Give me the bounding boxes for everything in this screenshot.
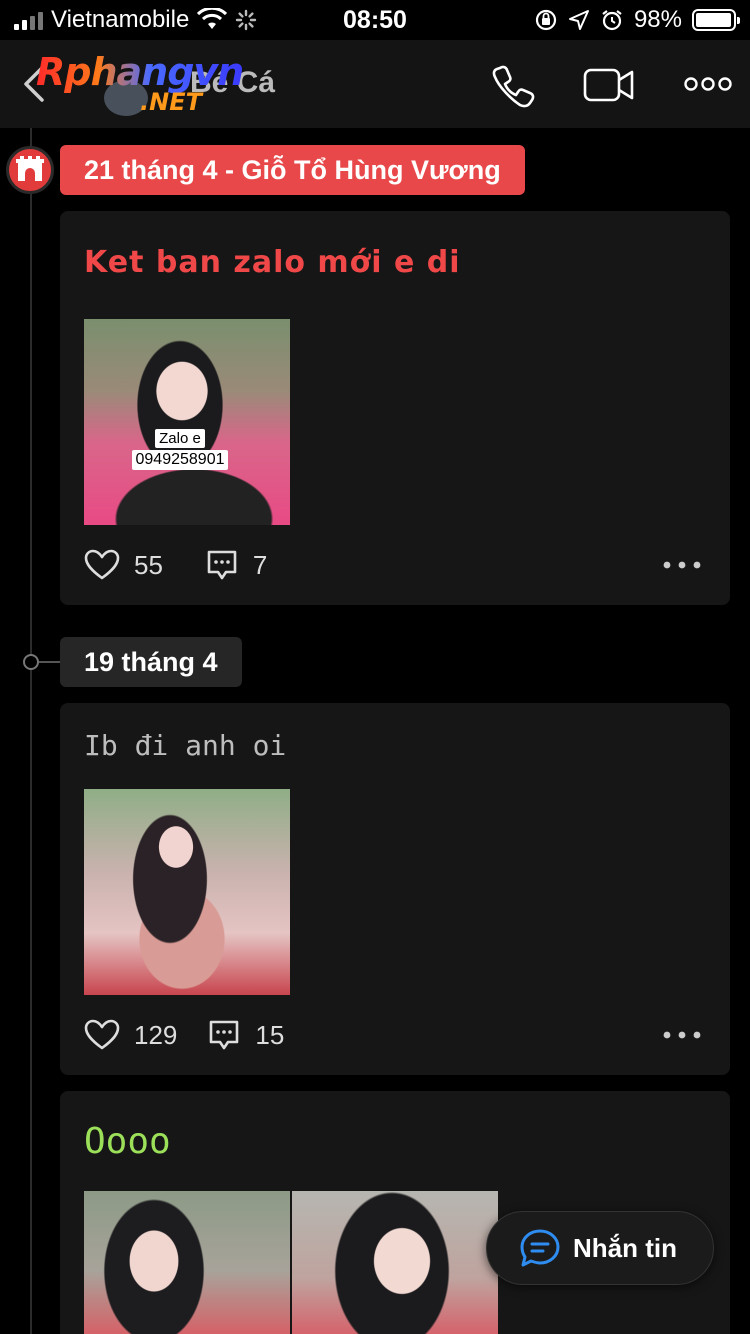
like-button[interactable]: 129 (84, 1019, 177, 1051)
temple-gate-icon (6, 146, 54, 194)
watermark-logo: Rphangvn .NET (36, 48, 276, 118)
timeline-line (30, 128, 32, 1334)
post-photo[interactable]: Zalo e 0949258901 (84, 319, 290, 525)
post-actions: 55 7 (84, 545, 267, 585)
battery-percent: 98% (633, 6, 682, 33)
heart-icon (84, 1019, 120, 1050)
status-right: 98% (534, 6, 740, 34)
timeline-post[interactable]: Ib đi anh oi 129 15 (60, 703, 730, 1075)
photo-caption-phone: 0949258901 (131, 450, 229, 470)
phone-icon[interactable] (490, 62, 536, 108)
post-more-icon[interactable] (662, 559, 702, 571)
watermark-sub: .NET (140, 88, 202, 116)
comment-count: 15 (255, 1019, 285, 1050)
comment-icon (210, 1020, 239, 1050)
nav-bar: Bé Cá Rphangvn .NET (0, 40, 750, 128)
battery-icon (692, 9, 740, 31)
photo-caption: Zalo e 0949258901 (124, 429, 236, 470)
message-button[interactable]: Nhắn tin (486, 1211, 714, 1285)
post-photo[interactable] (84, 1191, 290, 1334)
orientation-lock-icon (535, 9, 557, 31)
chat-bubble-icon (520, 1229, 560, 1267)
post-text: Ib đi anh oi (84, 729, 287, 762)
status-bar: Vietnamobile 08:50 98% (0, 0, 750, 40)
timeline-post[interactable]: Ket ban zalo mới e di Zalo e 0949258901 … (60, 211, 730, 605)
post-text: Oooo (84, 1121, 171, 1162)
like-count: 129 (134, 1019, 178, 1050)
timeline-dot (23, 654, 39, 670)
timeline-tick (39, 661, 61, 663)
post-text: Ket ban zalo mới e di (84, 245, 461, 280)
video-camera-icon[interactable] (582, 62, 636, 108)
post-photo[interactable] (292, 1191, 498, 1334)
comment-button[interactable]: 7 (205, 548, 267, 582)
heart-icon (84, 549, 120, 580)
comment-icon (207, 550, 237, 580)
post-actions: 129 15 (84, 1015, 284, 1055)
comment-button[interactable]: 15 (207, 1018, 284, 1052)
like-count: 55 (134, 549, 163, 580)
comment-count: 7 (252, 549, 268, 580)
alarm-icon (602, 10, 622, 31)
post-more-icon[interactable] (662, 1029, 702, 1041)
location-icon (568, 10, 589, 30)
more-horizontal-icon[interactable] (684, 72, 732, 96)
message-button-label: Nhắn tin (573, 1232, 677, 1263)
timeline-date-holiday: 21 tháng 4 - Giỗ Tổ Hùng Vương (60, 145, 525, 195)
post-photo[interactable] (84, 789, 290, 995)
timeline-date: 19 tháng 4 (60, 637, 242, 687)
photo-caption-line: Zalo e (155, 429, 205, 448)
like-button[interactable]: 55 (84, 549, 163, 581)
